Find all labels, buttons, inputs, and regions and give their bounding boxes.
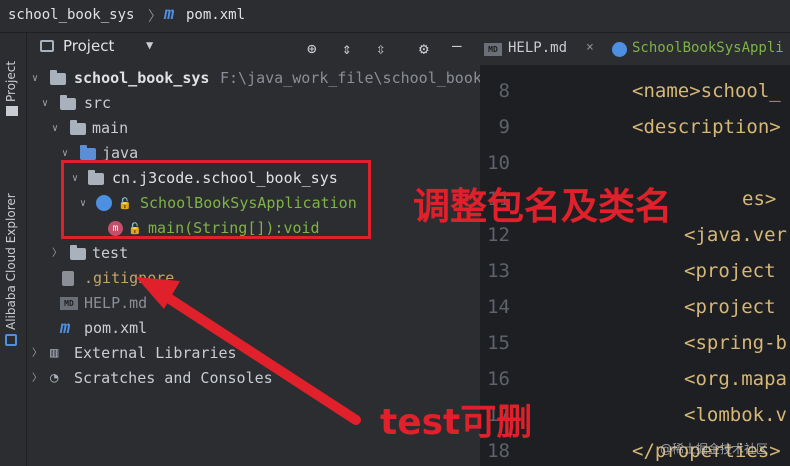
red-arrow-icon	[136, 277, 361, 425]
